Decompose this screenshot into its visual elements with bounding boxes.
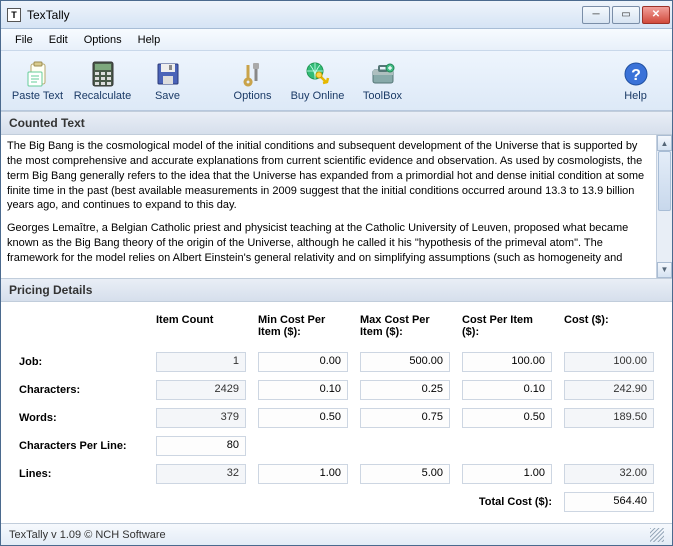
row-label: Job: bbox=[13, 348, 150, 376]
save-button[interactable]: Save bbox=[135, 53, 200, 109]
app-icon: T bbox=[7, 8, 21, 22]
chars-count: 2429 bbox=[156, 380, 246, 400]
menu-bar: File Edit Options Help bbox=[1, 29, 672, 51]
key-globe-icon bbox=[304, 60, 332, 88]
minimize-button[interactable]: ─ bbox=[582, 6, 610, 24]
status-bar: TexTally v 1.09 © NCH Software bbox=[1, 523, 672, 545]
app-window: T TexTally ─ ▭ ✕ File Edit Options Help … bbox=[0, 0, 673, 546]
floppy-icon bbox=[154, 60, 182, 88]
clipboard-icon bbox=[24, 60, 52, 88]
row-chars-per-line: Characters Per Line: 80 bbox=[13, 432, 660, 460]
counted-text-header: Counted Text bbox=[1, 111, 672, 135]
title-bar: T TexTally ─ ▭ ✕ bbox=[1, 1, 672, 29]
scroll-thumb[interactable] bbox=[658, 151, 671, 211]
col-item-count: Item Count bbox=[150, 310, 252, 348]
menu-file[interactable]: File bbox=[7, 32, 41, 48]
cpl-input[interactable]: 80 bbox=[156, 436, 246, 456]
chars-max-input[interactable]: 0.25 bbox=[360, 380, 450, 400]
pricing-details-header: Pricing Details bbox=[1, 278, 672, 302]
options-label: Options bbox=[234, 90, 272, 102]
words-max-input[interactable]: 0.75 bbox=[360, 408, 450, 428]
menu-help[interactable]: Help bbox=[130, 32, 169, 48]
lines-per-input[interactable]: 1.00 bbox=[462, 464, 552, 484]
job-per-input[interactable]: 100.00 bbox=[462, 352, 552, 372]
chars-min-input[interactable]: 0.10 bbox=[258, 380, 348, 400]
status-text: TexTally v 1.09 © NCH Software bbox=[9, 529, 166, 541]
job-min-input[interactable]: 0.00 bbox=[258, 352, 348, 372]
paste-label: Paste Text bbox=[12, 90, 63, 102]
words-count: 379 bbox=[156, 408, 246, 428]
window-title: TexTally bbox=[27, 8, 582, 22]
pricing-panel: Item Count Min Cost Per Item ($): Max Co… bbox=[1, 302, 672, 523]
tools-icon bbox=[239, 60, 267, 88]
col-cost: Cost ($): bbox=[558, 310, 660, 348]
words-cost: 189.50 bbox=[564, 408, 654, 428]
calculator-icon bbox=[89, 60, 117, 88]
total-cost-value[interactable]: 564.40 bbox=[564, 492, 654, 512]
scroll-up-button[interactable]: ▲ bbox=[657, 135, 672, 151]
row-label: Words: bbox=[13, 404, 150, 432]
options-button[interactable]: Options bbox=[220, 53, 285, 109]
paste-text-button[interactable]: Paste Text bbox=[5, 53, 70, 109]
maximize-button[interactable]: ▭ bbox=[612, 6, 640, 24]
close-button[interactable]: ✕ bbox=[642, 6, 670, 24]
job-cost: 100.00 bbox=[564, 352, 654, 372]
chars-per-input[interactable]: 0.10 bbox=[462, 380, 552, 400]
job-max-input[interactable]: 500.00 bbox=[360, 352, 450, 372]
total-cost-label: Total Cost ($): bbox=[456, 488, 558, 516]
svg-text:?: ? bbox=[631, 67, 641, 84]
lines-max-input[interactable]: 5.00 bbox=[360, 464, 450, 484]
col-min-cost: Min Cost Per Item ($): bbox=[252, 310, 354, 348]
lines-min-input[interactable]: 1.00 bbox=[258, 464, 348, 484]
menu-options[interactable]: Options bbox=[76, 32, 130, 48]
help-label: Help bbox=[624, 90, 647, 102]
row-characters: Characters: 2429 0.10 0.25 0.10 242.90 bbox=[13, 376, 660, 404]
recalc-label: Recalculate bbox=[74, 90, 131, 102]
menu-edit[interactable]: Edit bbox=[41, 32, 76, 48]
row-label: Characters: bbox=[13, 376, 150, 404]
resize-grip[interactable] bbox=[650, 528, 664, 542]
col-cost-per: Cost Per Item ($): bbox=[456, 310, 558, 348]
row-total: Total Cost ($): 564.40 bbox=[13, 488, 660, 516]
help-icon: ? bbox=[622, 60, 650, 88]
toolbar: Paste Text Recalculate Save Options Buy … bbox=[1, 51, 672, 111]
text-paragraph: The Big Bang is the cosmological model o… bbox=[7, 139, 650, 213]
row-label: Characters Per Line: bbox=[13, 432, 150, 460]
buy-online-button[interactable]: Buy Online bbox=[285, 53, 350, 109]
toolbox-label: ToolBox bbox=[363, 90, 402, 102]
toolbox-button[interactable]: ToolBox bbox=[350, 53, 415, 109]
save-label: Save bbox=[155, 90, 180, 102]
buy-label: Buy Online bbox=[291, 90, 345, 102]
chars-cost: 242.90 bbox=[564, 380, 654, 400]
job-count: 1 bbox=[156, 352, 246, 372]
help-button[interactable]: ? Help bbox=[603, 53, 668, 109]
recalculate-button[interactable]: Recalculate bbox=[70, 53, 135, 109]
lines-cost: 32.00 bbox=[564, 464, 654, 484]
toolbox-icon bbox=[369, 60, 397, 88]
text-scrollbar[interactable]: ▲ ▼ bbox=[656, 135, 672, 278]
words-per-input[interactable]: 0.50 bbox=[462, 408, 552, 428]
row-job: Job: 1 0.00 500.00 100.00 100.00 bbox=[13, 348, 660, 376]
col-max-cost: Max Cost Per Item ($): bbox=[354, 310, 456, 348]
scroll-down-button[interactable]: ▼ bbox=[657, 262, 672, 278]
row-label: Lines: bbox=[13, 460, 150, 488]
row-lines: Lines: 32 1.00 5.00 1.00 32.00 bbox=[13, 460, 660, 488]
words-min-input[interactable]: 0.50 bbox=[258, 408, 348, 428]
lines-count: 32 bbox=[156, 464, 246, 484]
row-words: Words: 379 0.50 0.75 0.50 189.50 bbox=[13, 404, 660, 432]
counted-text-area[interactable]: The Big Bang is the cosmological model o… bbox=[1, 135, 656, 278]
text-paragraph: Georges Lemaître, a Belgian Catholic pri… bbox=[7, 221, 650, 266]
